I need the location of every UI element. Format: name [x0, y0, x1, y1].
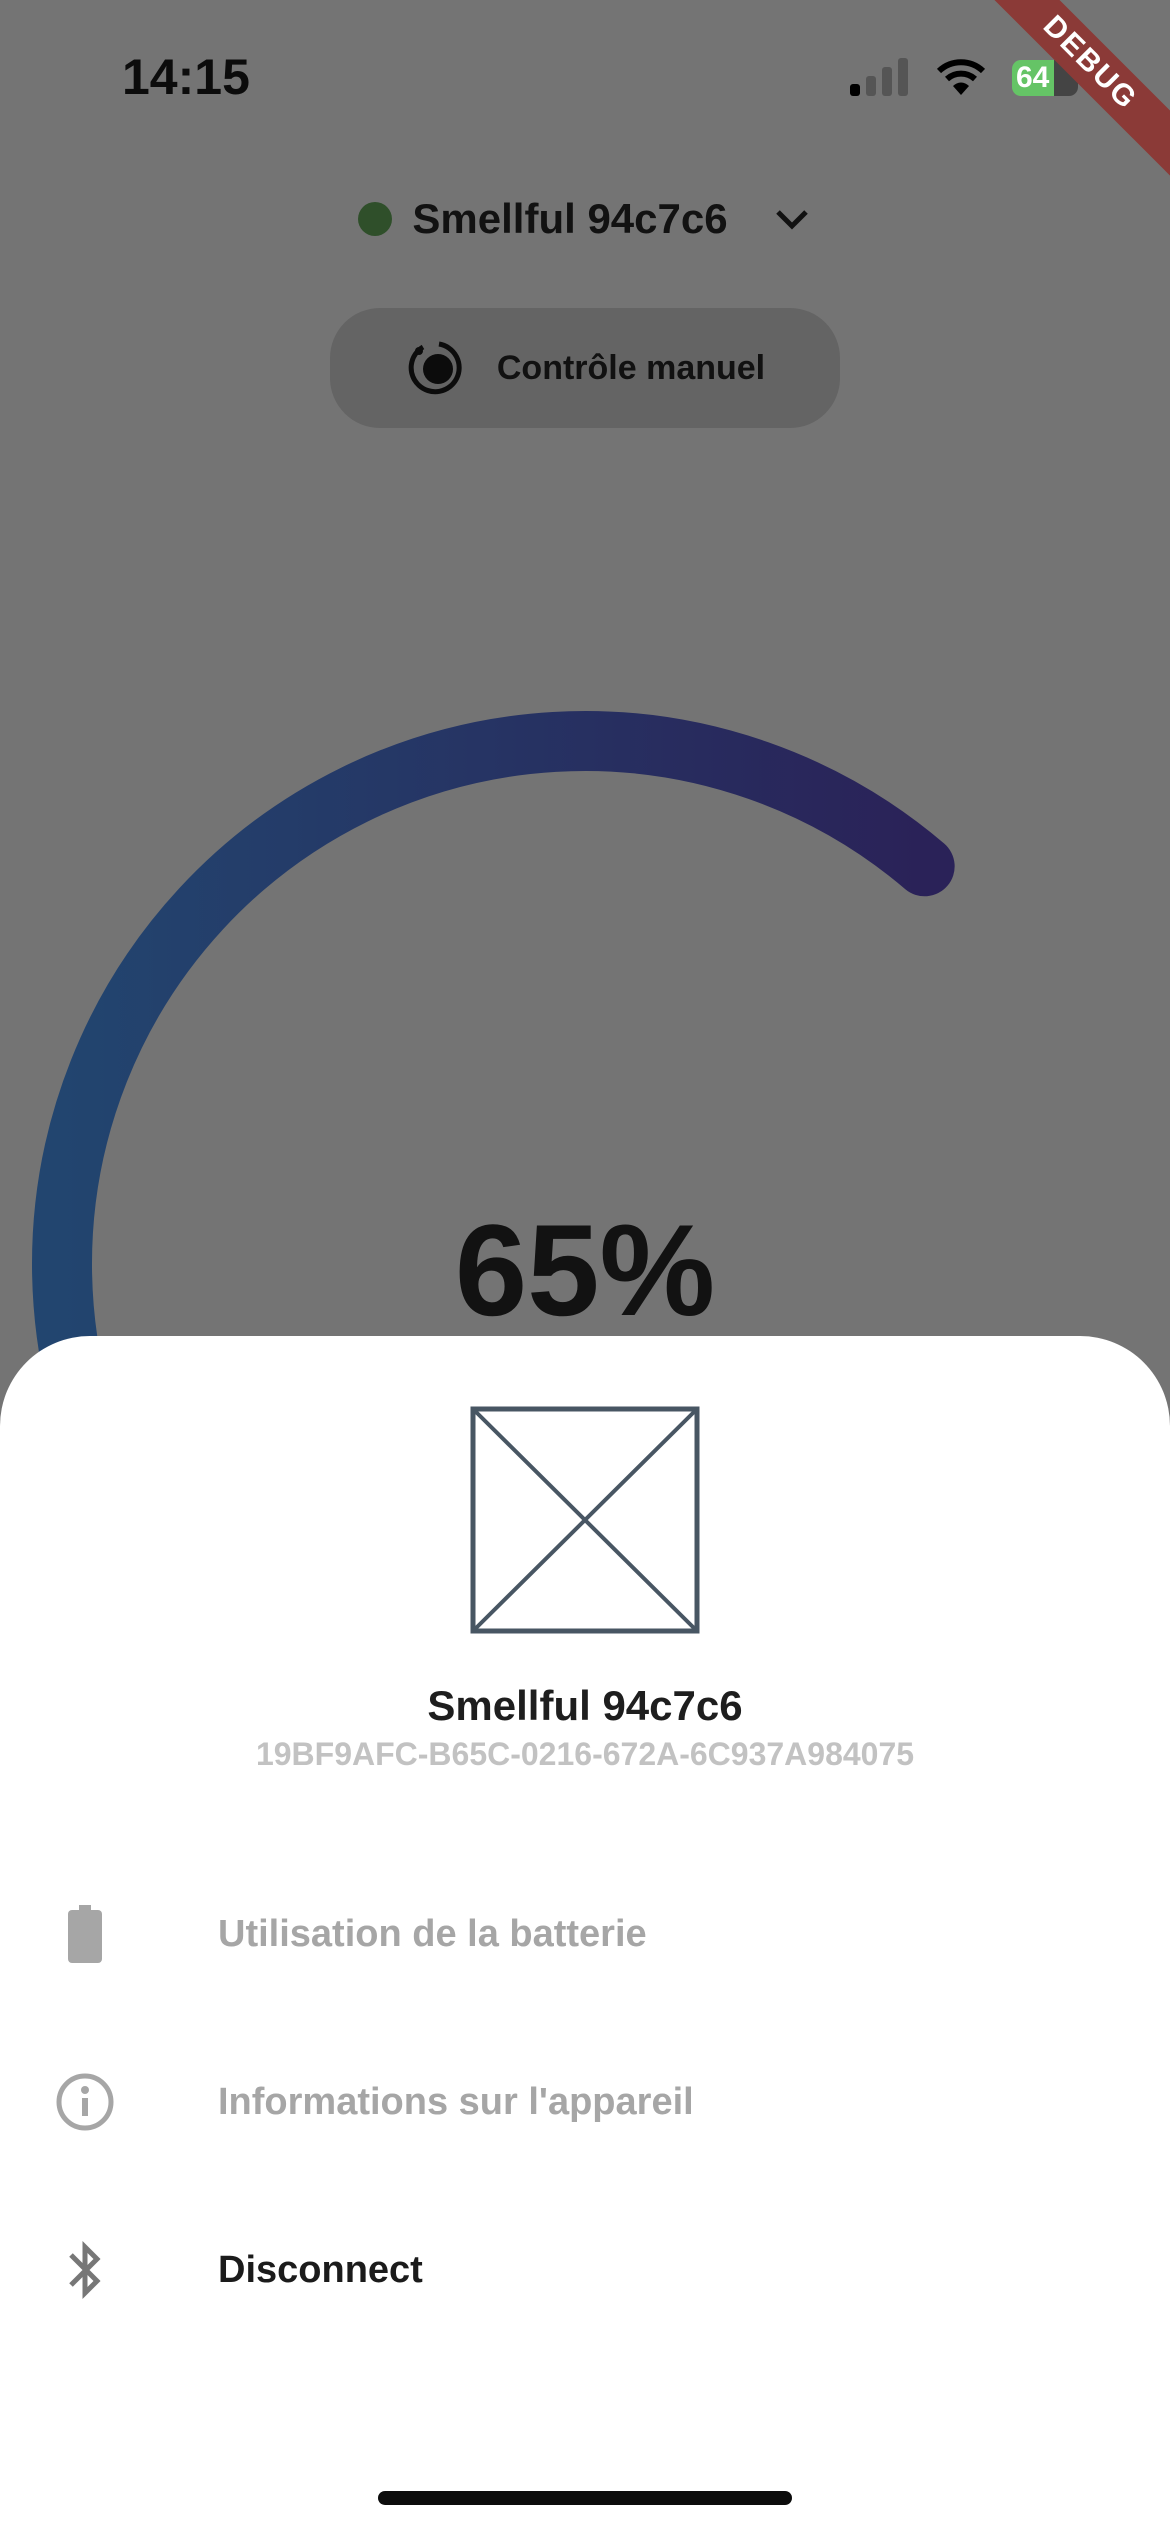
battery-icon	[68, 1905, 102, 1963]
home-indicator[interactable]	[378, 2491, 792, 2505]
info-icon	[56, 2073, 114, 2131]
bluetooth-icon	[69, 2240, 101, 2300]
menu-item-disconnect[interactable]: Disconnect	[0, 2210, 1170, 2330]
menu-item-label: Utilisation de la batterie	[218, 1912, 647, 1955]
sheet-device-name: Smellful 94c7c6	[427, 1682, 743, 1729]
sheet-device-id: 19BF9AFC-B65C-0216-672A-6C937A984075	[255, 1736, 915, 1772]
menu-item-device-info[interactable]: Informations sur l'appareil	[0, 2042, 1170, 2162]
menu-item-battery-usage[interactable]: Utilisation de la batterie	[0, 1874, 1170, 1994]
menu-item-label: Informations sur l'appareil	[218, 2080, 694, 2123]
menu-item-label: Disconnect	[218, 2248, 423, 2291]
device-image-placeholder	[470, 1406, 700, 1634]
gauge-value: 65%	[454, 1197, 716, 1343]
intensity-gauge[interactable]	[0, 0, 1170, 1400]
